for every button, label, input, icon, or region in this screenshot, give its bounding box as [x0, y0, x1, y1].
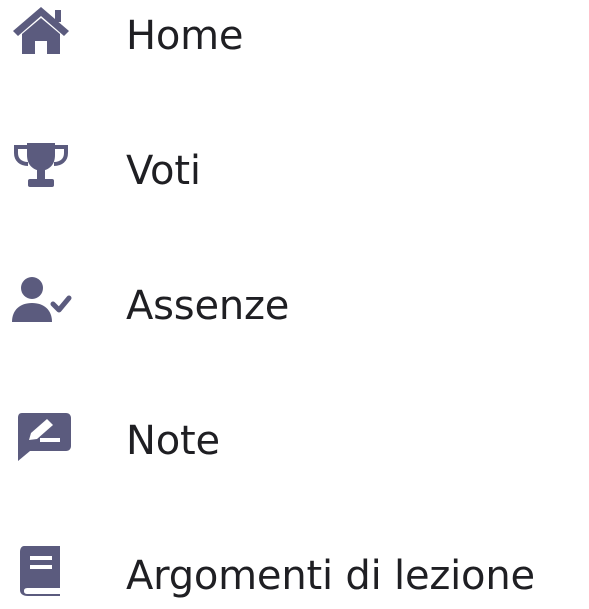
trophy-icon — [10, 139, 72, 191]
nav-item-argomenti[interactable]: Argomenti di lezione — [0, 532, 589, 609]
nav-item-label: Voti — [126, 148, 201, 194]
nav-item-note[interactable]: Note — [0, 397, 589, 489]
nav-item-label: Argomenti di lezione — [126, 553, 535, 599]
nav-item-assenze[interactable]: Assenze — [0, 262, 589, 354]
user-check-icon — [10, 274, 72, 326]
book-icon — [10, 544, 72, 596]
nav-item-voti[interactable]: Voti — [0, 127, 589, 219]
nav-item-label: Home — [126, 13, 244, 59]
nav-item-label: Assenze — [126, 283, 290, 329]
sidebar-nav: Home Voti Assenze Note Argomenti di lezi… — [0, 0, 589, 609]
nav-item-label: Note — [126, 418, 220, 464]
note-edit-icon — [10, 409, 72, 461]
nav-item-home[interactable]: Home — [0, 0, 589, 84]
home-icon — [10, 4, 72, 56]
